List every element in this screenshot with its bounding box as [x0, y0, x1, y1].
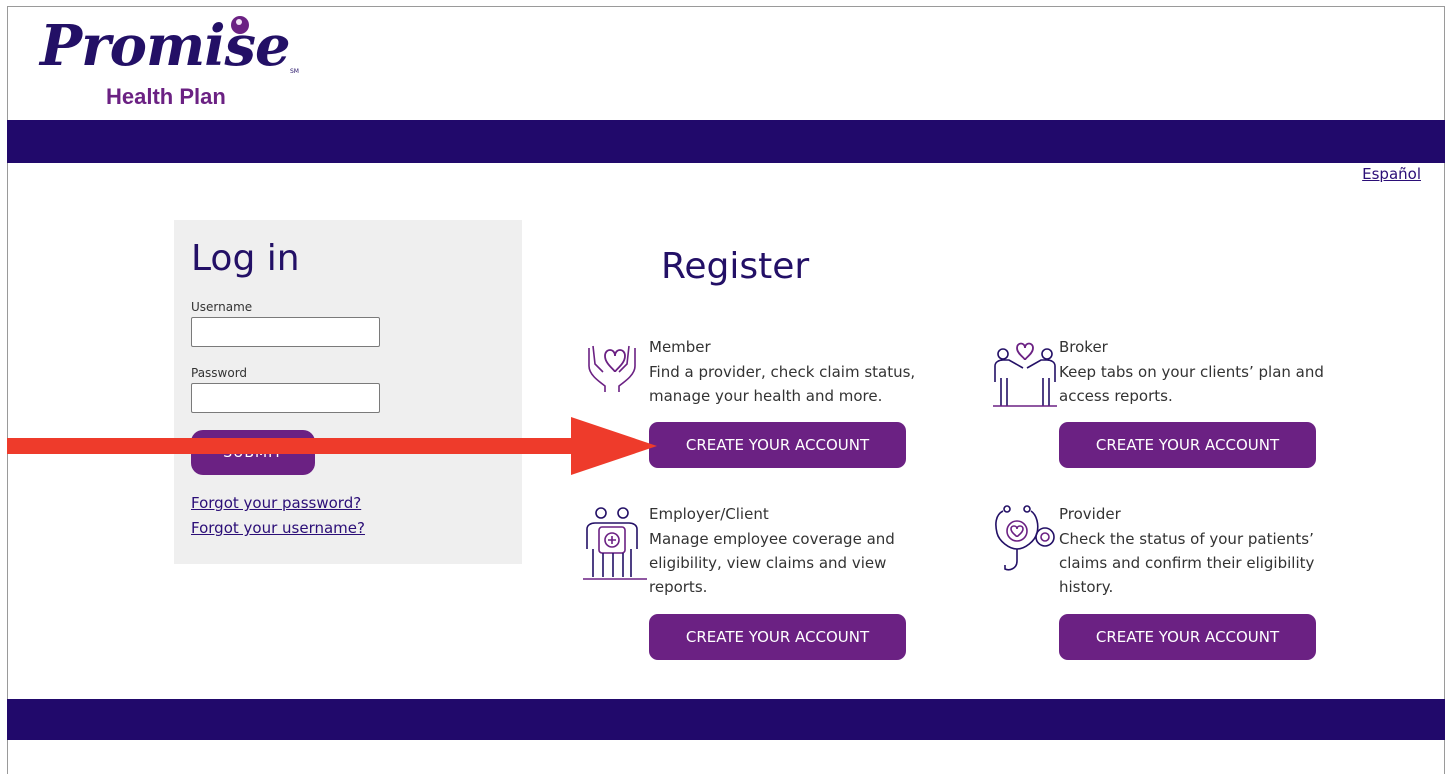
promise-health-plan-logo[interactable]: Promise SM Health Plan	[40, 14, 310, 114]
password-input[interactable]	[191, 383, 380, 413]
forgot-password-link[interactable]: Forgot your password?	[191, 494, 361, 512]
login-title: Log in	[191, 238, 300, 279]
card-description: Keep tabs on your clients’ plan and acce…	[1059, 363, 1324, 405]
card-description: Check the status of your patients’ claim…	[1059, 530, 1315, 596]
footer-band	[7, 699, 1445, 740]
username-input[interactable]	[191, 317, 380, 347]
card-title: Broker	[1059, 338, 1108, 356]
card-title: Employer/Client	[649, 505, 769, 523]
create-account-button-broker[interactable]: CREATE YOUR ACCOUNT	[1059, 422, 1316, 468]
header-band	[7, 120, 1445, 163]
username-label: Username	[191, 300, 253, 314]
register-title: Register	[661, 246, 810, 287]
card-description: Manage employee coverage and eligibility…	[649, 530, 895, 596]
forgot-username-link[interactable]: Forgot your username?	[191, 519, 365, 537]
password-label: Password	[191, 366, 248, 380]
create-account-button-provider[interactable]: CREATE YOUR ACCOUNT	[1059, 614, 1316, 660]
submit-button[interactable]: SUBMIT	[191, 430, 315, 475]
language-toggle-link[interactable]: Español	[1362, 165, 1421, 183]
card-title: Member	[649, 338, 711, 356]
logo-wordmark: Promise	[40, 13, 291, 79]
hands-heart-icon	[588, 345, 636, 392]
create-account-button-employer-client[interactable]: CREATE YOUR ACCOUNT	[649, 614, 906, 660]
create-account-button-member[interactable]: CREATE YOUR ACCOUNT	[649, 422, 906, 468]
logo-dot-icon	[231, 16, 249, 34]
logo-subtitle: Health Plan	[106, 84, 226, 109]
logo-service-mark: SM	[290, 68, 299, 75]
card-title: Provider	[1059, 505, 1121, 523]
people-heart-icon	[993, 342, 1057, 407]
stethoscope-heart-icon	[995, 505, 1055, 571]
login-panel: Log in Username Password SUBMIT Forgot y…	[174, 220, 522, 564]
employer-medical-icon	[583, 507, 647, 580]
card-description: Find a provider, check claim status, man…	[649, 363, 916, 405]
